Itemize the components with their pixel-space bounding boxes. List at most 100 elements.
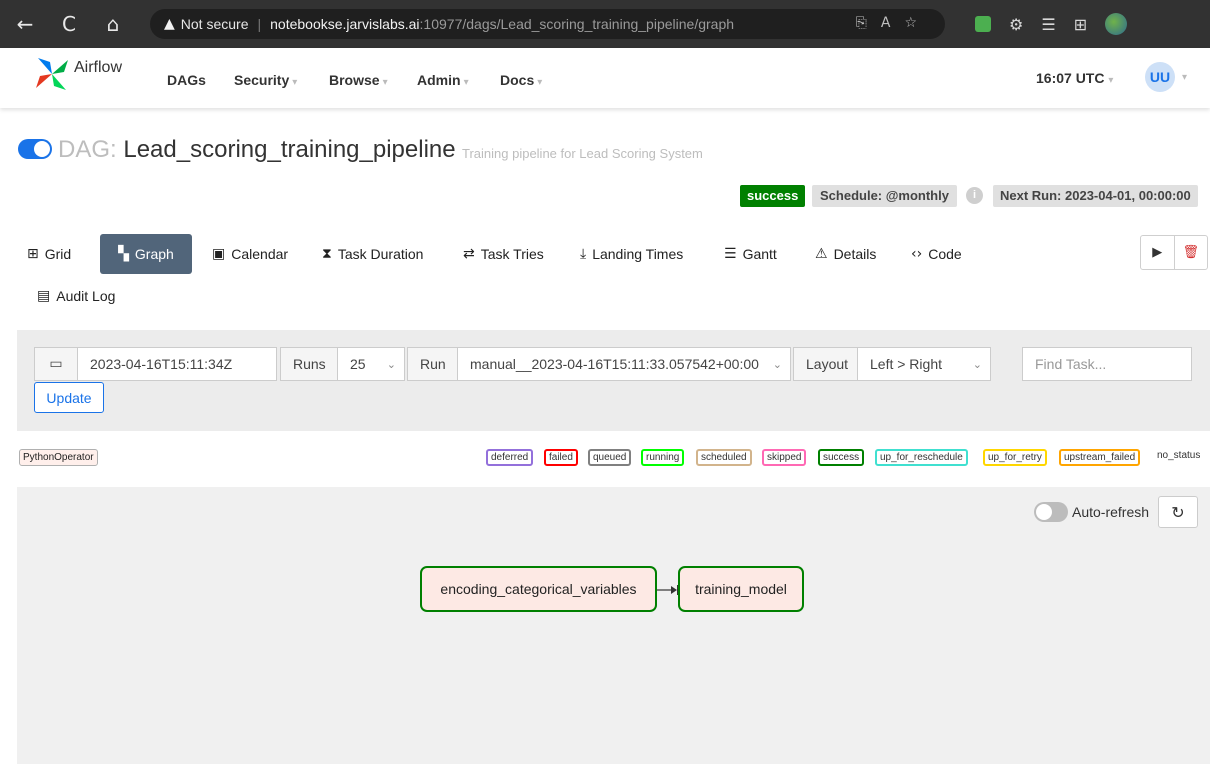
refresh-icon: ↻ [1171,502,1185,522]
share-icon[interactable]: ⎘ [856,15,881,31]
repeat-icon: ⇄ [463,246,475,262]
find-task-input[interactable]: Find Task... [1022,347,1192,381]
calendar-icon: ▭ [49,356,63,372]
update-button[interactable]: Update [34,382,104,413]
dag-pause-toggle[interactable] [18,139,52,159]
menu-dags[interactable]: DAGs [167,72,206,88]
state-legend-scheduled: scheduled [696,449,752,466]
read-aloud-icon[interactable]: A [881,15,905,31]
grid-icon: ⊞ [27,246,39,262]
warning-icon: ▲ [164,16,175,32]
back-icon[interactable]: ← [8,12,42,36]
state-legend-up-for-reschedule: up_for_reschedule [875,449,968,466]
favorite-icon[interactable]: ☆ [904,15,931,31]
menu-security[interactable]: Security ▾ [234,72,297,88]
tab-audit-log[interactable]: ▤ Audit Log [27,276,125,316]
airflow-navbar: Airflow DAGs Security ▾ Browse ▾ Admin ▾ Do… [0,48,1210,108]
tab-details[interactable]: ⚠ Details [805,234,886,274]
graph-edge [657,585,678,595]
chevron-down-icon: ▾ [292,77,298,88]
state-legend-upstream-failed: upstream_failed [1059,449,1141,466]
browser-extensions: ⚙ ☰ ⊞ [975,13,1128,35]
extensions-icon[interactable]: ⚙ [1009,15,1023,34]
auto-refresh-toggle[interactable] [1034,502,1068,522]
info-icon[interactable]: i [966,187,983,204]
runs-label: Runs [280,347,338,381]
chevron-down-icon[interactable]: ▾ [1182,72,1187,83]
tab-gantt[interactable]: ☰ Gantt [714,234,787,274]
state-legend-deferred: deferred [486,449,534,466]
address-separator: | [257,16,262,32]
state-legend-success: success [818,449,865,466]
tab-task-tries[interactable]: ⇄ Task Tries [453,234,554,274]
url-host: notebookse.jarvislabs.ai [270,16,420,32]
delete-dag-button[interactable]: 🗑 [1175,236,1208,269]
dag-id: Lead_scoring_training_pipeline [123,136,456,163]
run-select[interactable]: manual__2023-04-16T15:11:33.057542+00:00… [457,347,791,381]
run-label: Run [407,347,458,381]
menu-browse[interactable]: Browse ▾ [329,72,388,88]
status-badge: success [740,185,806,207]
gantt-icon: ☰ [724,246,737,262]
tab-task-duration[interactable]: ⧗ Task Duration [312,234,433,274]
chevron-down-icon: ⌄ [386,357,396,371]
chevron-down-icon: ▾ [537,77,543,88]
reload-icon[interactable]: C [52,12,86,36]
utc-clock[interactable]: 16:07 UTC ▾ [1036,70,1113,86]
extension-icon[interactable] [975,16,991,32]
hourglass-icon: ⧗ [322,246,332,262]
graph-canvas[interactable] [17,487,1210,764]
collections-icon[interactable]: ⊞ [1074,15,1087,34]
layout-select[interactable]: Left > Right ⌄ [857,347,991,381]
tab-code[interactable]: ‹› Code [901,234,972,274]
menu-docs[interactable]: Docs ▾ [500,72,542,88]
address-actions: ⎘A☆ [856,15,931,31]
menu-admin[interactable]: Admin ▾ [417,72,469,88]
task-node-training-model[interactable]: training_model [678,566,804,612]
user-avatar[interactable]: UU [1145,62,1175,92]
auto-refresh-label: Auto-refresh [1072,504,1150,520]
refresh-button[interactable]: ↻ [1158,496,1198,528]
page-title: DAG: Lead_scoring_training_pipeline [58,136,456,164]
operator-legend-python: PythonOperator [19,449,98,466]
base-date-input[interactable]: 2023-04-16T15:11:34Z [77,347,277,381]
landing-icon: ⤓ [580,246,587,262]
profile-icon[interactable] [1105,13,1128,35]
code-icon: ‹› [911,246,923,262]
dag-description: Training pipeline for Lead Scoring Syste… [462,146,703,161]
url-path: :10977/dags/Lead_scoring_training_pipeli… [419,16,735,32]
tab-grid[interactable]: ⊞ Grid [17,234,81,274]
chevron-down-icon: ▾ [463,77,469,88]
security-warning[interactable]: Not secure [181,16,249,32]
audit-log-icon: ▤ [37,288,51,304]
calendar-picker-button[interactable]: ▭ [34,347,78,381]
address-bar[interactable]: ▲ Not secure | notebookse.jarvislabs.ai:… [150,9,945,39]
chevron-down-icon: ⌄ [772,357,782,371]
schedule-badge[interactable]: Schedule: @monthly [812,185,957,207]
task-node-encoding-categorical-variables[interactable]: encoding_categorical_variables [420,566,657,612]
state-legend-skipped: skipped [762,449,807,466]
dag-actions: ▶ 🗑 [1140,235,1208,270]
state-legend-failed: failed [544,449,578,466]
warning-triangle-icon: ⚠ [815,246,828,262]
trigger-dag-button[interactable]: ▶ [1141,236,1175,269]
state-legend-queued: queued [588,449,632,466]
tab-graph[interactable]: ▚ Graph [100,234,192,274]
home-icon[interactable]: ⌂ [96,12,130,36]
dag-prefix: DAG: [58,136,117,163]
browser-toolbar: ← C ⌂ ▲ Not secure | notebookse.jarvisla… [0,0,1210,48]
tab-landing-times[interactable]: ⤓ Landing Times [570,234,693,274]
state-legend-running: running [641,449,685,466]
brand-name[interactable]: Airflow [74,59,122,77]
state-legend-no-status: no_status [1154,449,1204,466]
chevron-down-icon: ▾ [382,77,388,88]
calendar-icon: ▣ [212,246,226,262]
runs-select[interactable]: 25 ⌄ [337,347,405,381]
chevron-down-icon: ⌄ [972,357,982,371]
chevron-down-icon: ▾ [1108,75,1114,86]
favorites-icon[interactable]: ☰ [1041,15,1055,34]
airflow-logo-icon[interactable] [34,56,70,92]
layout-label: Layout [793,347,858,381]
tab-calendar[interactable]: ▣ Calendar [202,234,298,274]
graph-icon: ▚ [118,246,129,262]
